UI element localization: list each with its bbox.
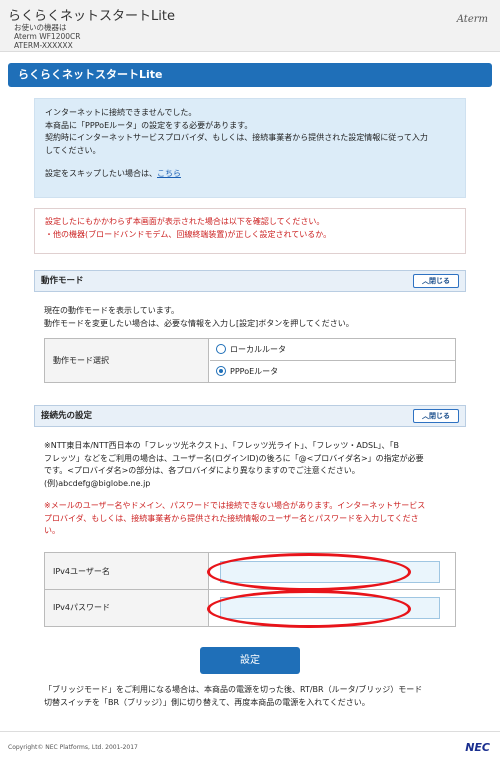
- footer: Copyright© NEC Platforms, Ltd. 2001-2017…: [0, 731, 500, 762]
- header: らくらくネットスタートLite お使いの機器は Aterm WF1200CR A…: [0, 0, 500, 52]
- warning-line: 設定したにもかかわらず本画面が表示された場合は以下を確認してください。: [45, 217, 325, 226]
- info-line: インターネットに接続できませんでした。: [45, 108, 197, 117]
- conn-red-note: ※メールのユーザー名やドメイン、パスワードでは接続できない場合があります。インタ…: [44, 500, 458, 538]
- conn-collapse-button[interactable]: ︿閉じる: [413, 409, 459, 423]
- conn-desc-line: フレッツ」などをご利用の場合は、ユーザー名(ログインID)の後ろに「@<プロバイ…: [44, 453, 424, 463]
- device-info-line: Aterm WF1200CR: [14, 32, 81, 41]
- device-info: お使いの機器は Aterm WF1200CR ATERM-XXXXXX: [14, 23, 80, 50]
- password-row: IPv4パスワード: [45, 590, 455, 626]
- radio-pppoe-router[interactable]: PPPoEルータ: [210, 361, 456, 382]
- mode-table: 動作モード選択 ローカルルータ PPPoEルータ: [44, 338, 456, 383]
- info-line: 本商品に「PPPoEルータ」の設定をする必要があります。: [45, 120, 253, 130]
- skip-line: 設定をスキップしたい場合は、こちら: [45, 168, 455, 181]
- red-note-line: ※メールのユーザー名やドメイン、パスワードでは接続できない場合があります。インタ…: [44, 501, 426, 510]
- mode-section-header: 動作モード ︿閉じる: [34, 270, 466, 292]
- bridge-note-line: 「ブリッジモード」をご利用になる場合は、本商品の電源を切った後、RT/BR（ルー…: [44, 685, 423, 694]
- skip-text: 設定をスキップしたい場合は、: [45, 169, 157, 178]
- conn-desc-line: ※NTT東日本/NTT西日本の「フレッツ光ネクスト」、「フレッツ光ライト」、「フ…: [44, 441, 400, 450]
- warning-line: ・他の機器(ブロードバンドモデム、回線終端装置)が正しく設定されているか。: [45, 229, 332, 239]
- radio-label: PPPoEルータ: [230, 367, 279, 376]
- username-label: IPv4ユーザー名: [45, 553, 209, 589]
- bridge-note-line: 切替スイッチを「BR（ブリッジ）」側に切り替えて、再度本商品の電源を入れてくださ…: [44, 697, 370, 707]
- info-line: 契約時にインターネットサービスプロバイダ、もしくは、接続事業者から提供された設定…: [45, 133, 428, 142]
- chevron-up-icon: ︿: [422, 277, 429, 285]
- collapse-label: 閉じる: [429, 277, 450, 285]
- mode-description: 現在の動作モードを表示しています。 動作モードを変更したい場合は、必要な情報を入…: [44, 305, 354, 330]
- conn-section-header: 接続先の設定 ︿閉じる: [34, 405, 466, 427]
- radio-button-checked-icon[interactable]: [216, 365, 226, 376]
- radio-label: ローカルルータ: [230, 345, 286, 354]
- info-message-box: インターネットに接続できませんでした。 本商品に「PPPoEルータ」の設定をする…: [34, 98, 466, 198]
- app-title: らくらくネットスタートLite: [8, 9, 175, 24]
- credentials-table: IPv4ユーザー名 IPv4パスワード: [44, 552, 456, 627]
- mode-section-title: 動作モード: [41, 276, 84, 286]
- password-input[interactable]: [220, 597, 440, 619]
- collapse-label: 閉じる: [429, 412, 450, 420]
- conn-section-title: 接続先の設定: [41, 411, 93, 421]
- copyright: Copyright© NEC Platforms, Ltd. 2001-2017: [8, 744, 138, 751]
- radio-local-router[interactable]: ローカルルータ: [210, 339, 456, 361]
- conn-desc-line: です。<プロバイダ名>の部分は、各プロバイダにより異なりますのでご注意ください。: [44, 466, 360, 475]
- mode-desc-line: 現在の動作モードを表示しています。: [44, 306, 179, 315]
- bridge-mode-note: 「ブリッジモード」をご利用になる場合は、本商品の電源を切った後、RT/BR（ルー…: [44, 684, 458, 709]
- device-info-line: ATERM-XXXXXX: [14, 41, 73, 50]
- aterm-logo: Aterm: [456, 14, 488, 25]
- info-line: してください。: [45, 145, 101, 155]
- password-label: IPv4パスワード: [45, 590, 209, 626]
- chevron-up-icon: ︿: [422, 412, 429, 420]
- username-row: IPv4ユーザー名: [45, 553, 455, 590]
- device-info-line: お使いの機器は: [14, 23, 67, 32]
- radio-button-icon[interactable]: [216, 343, 226, 354]
- skip-link[interactable]: こちら: [157, 169, 181, 178]
- red-note-line: プロバイダ、もしくは、接続事業者から提供された接続情報のユーザー名とパスワードを…: [44, 513, 419, 523]
- mode-desc-line: 動作モードを変更したい場合は、必要な情報を入力し[設定]ボタンを押してください。: [44, 318, 354, 328]
- submit-button[interactable]: 設定: [200, 647, 300, 674]
- red-note-line: い。: [44, 526, 60, 535]
- conn-desc-line: (例)abcdefg@biglobe.ne.jp: [44, 478, 151, 488]
- username-input[interactable]: [220, 561, 440, 583]
- mode-field-label: 動作モード選択: [45, 339, 209, 382]
- nec-logo: NEC: [465, 741, 490, 754]
- page-title: らくらくネットスタートLite: [8, 63, 492, 87]
- warning-message-box: 設定したにもかかわらず本画面が表示された場合は以下を確認してください。 ・他の機…: [34, 208, 466, 254]
- mode-collapse-button[interactable]: ︿閉じる: [413, 274, 459, 288]
- conn-description: ※NTT東日本/NTT西日本の「フレッツ光ネクスト」、「フレッツ光ライト」、「フ…: [44, 440, 458, 490]
